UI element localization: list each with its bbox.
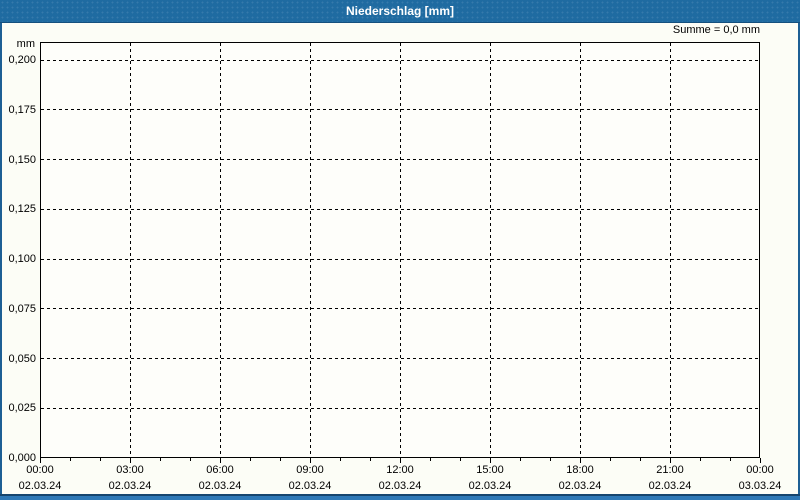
x-tick-time-label: 15:00 [476, 464, 504, 476]
x-tick-date-label: 02.03.24 [18, 480, 62, 492]
y-tick-label: 0,175 [8, 103, 36, 116]
x-axis-major-tick [310, 458, 311, 463]
x-axis-minor-tick [550, 458, 551, 461]
x-tick-time-label: 00:00 [26, 464, 54, 476]
x-tick-time-label: 09:00 [296, 464, 324, 476]
x-tick-time-label: 12:00 [386, 464, 414, 476]
x-axis-minor-tick [700, 458, 701, 461]
x-axis-major-tick [40, 458, 41, 463]
x-axis-minor-tick [370, 458, 371, 461]
x-tick-date-label: 02.03.24 [378, 480, 422, 492]
x-axis-major-tick [760, 458, 761, 463]
x-tick-time-label: 18:00 [566, 464, 594, 476]
y-tick-label: 0,000 [8, 452, 36, 464]
x-axis-major-tick [490, 458, 491, 463]
y-tick-label: 0,125 [8, 203, 36, 216]
x-tick-date-label: 02.03.24 [558, 480, 602, 492]
y-tick-label: 0,200 [8, 54, 36, 66]
x-axis-major-tick [400, 458, 401, 463]
x-axis-minor-tick [730, 458, 731, 461]
x-tick-date-label: 03.03.24 [738, 480, 782, 492]
x-tick-date-label: 02.03.24 [198, 480, 242, 492]
x-axis-minor-tick [340, 458, 341, 461]
x-gridline [399, 43, 401, 457]
x-axis-minor-tick [250, 458, 251, 461]
x-tick-time-label: 06:00 [206, 464, 234, 476]
chart-title: Niederschlag [mm] [345, 4, 455, 18]
x-tick-date-label: 02.03.24 [648, 480, 692, 492]
x-axis-major-tick [580, 458, 581, 463]
x-axis-minor-tick [460, 458, 461, 461]
x-tick-time-label: 21:00 [656, 464, 684, 476]
x-axis-minor-tick [190, 458, 191, 461]
x-tick-date-label: 02.03.24 [288, 480, 332, 492]
x-gridline [579, 43, 581, 457]
x-axis-major-tick [670, 458, 671, 463]
x-axis-minor-tick [160, 458, 161, 461]
x-tick-time-label: 00:00 [746, 464, 774, 476]
x-tick-date-label: 02.03.24 [108, 480, 152, 492]
x-gridline [219, 43, 221, 457]
x-axis-minor-tick [70, 458, 71, 461]
x-gridline [129, 43, 131, 457]
sum-annotation: Summe = 0,0 mm [672, 24, 760, 36]
chart-titlebar: Niederschlag [mm] [0, 0, 800, 23]
x-axis-minor-tick [100, 458, 101, 461]
x-tick-time-label: 03:00 [116, 464, 144, 476]
x-axis-minor-tick [610, 458, 611, 461]
x-axis-minor-tick [280, 458, 281, 461]
x-gridline [309, 43, 311, 457]
x-axis-minor-tick [520, 458, 521, 461]
x-axis-minor-tick [430, 458, 431, 461]
y-tick-label: 0,025 [8, 402, 36, 415]
x-axis-minor-tick [640, 458, 641, 461]
window-bottom-border [0, 494, 800, 500]
x-axis-major-tick [220, 458, 221, 463]
x-axis-major-tick [130, 458, 131, 463]
x-gridline [489, 43, 491, 457]
x-gridline [669, 43, 671, 457]
chart-window: Niederschlag [mm] Summe = 0,0 mm mm 0,20… [0, 0, 800, 500]
y-axis-unit-label: mm [16, 38, 35, 50]
y-tick-label: 0,075 [8, 302, 36, 315]
y-tick-label: 0,050 [8, 352, 36, 365]
y-tick-label: 0,100 [8, 253, 36, 265]
x-tick-date-label: 02.03.24 [468, 480, 512, 492]
y-tick-label: 0,150 [8, 153, 36, 166]
